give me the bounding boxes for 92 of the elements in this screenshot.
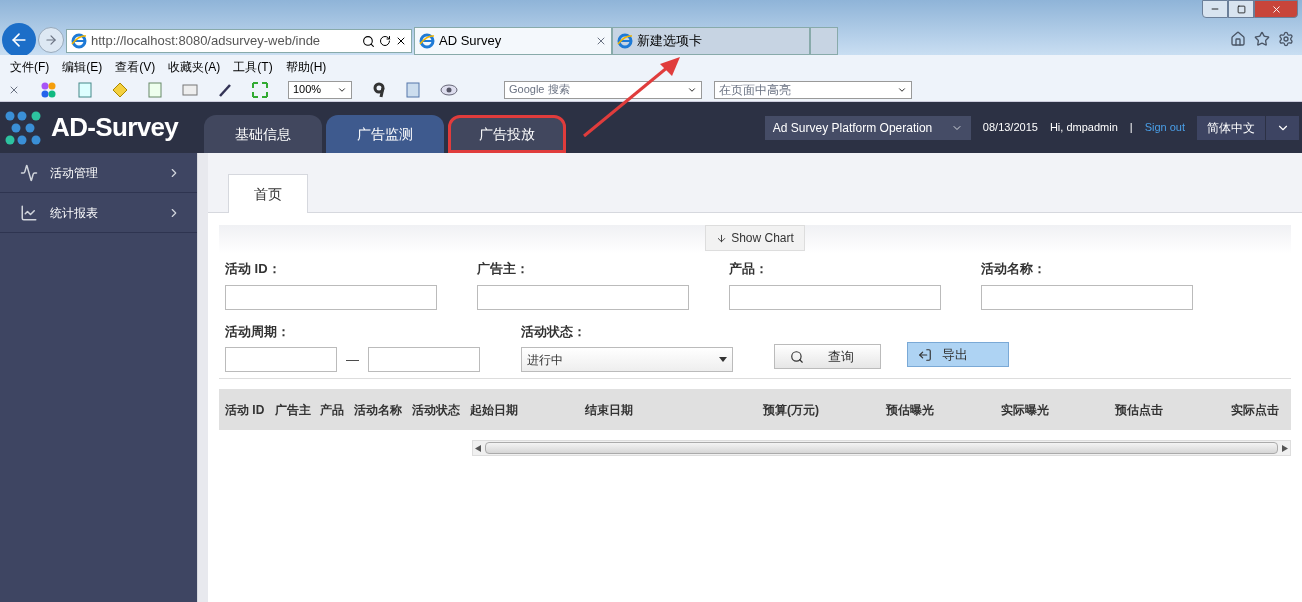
column-header: 预估曝光 [886, 401, 935, 419]
column-header: 活动名称 [354, 401, 403, 419]
new-tab-button[interactable] [810, 27, 838, 55]
export-icon [918, 347, 932, 362]
show-chart-button[interactable]: Show Chart [705, 225, 805, 251]
menu-item[interactable]: 查看(V) [115, 57, 156, 76]
date-text: 08/13/2015 [982, 120, 1038, 136]
platform-select[interactable]: Ad Survey Platform Operation [764, 115, 971, 140]
favorites-icon[interactable] [1254, 31, 1270, 47]
field-label: 广告主： [477, 260, 530, 278]
nav-tab[interactable]: 广告监测 [326, 115, 444, 153]
sign-out-link[interactable]: Sign out [1144, 119, 1185, 136]
tab-title: 新建选项卡 [637, 32, 702, 51]
home-icon[interactable] [1230, 31, 1246, 47]
end-date-field[interactable] [368, 347, 480, 372]
field-label: 活动状态： [521, 322, 587, 341]
logo-icon [5, 110, 43, 145]
menu-item[interactable]: 编辑(E) [62, 57, 103, 76]
range-dash: — [346, 350, 359, 369]
browser-logo-icon [617, 33, 633, 49]
browser-tab[interactable]: AD Survey [414, 27, 612, 55]
language-dropdown-button[interactable] [1265, 115, 1299, 140]
forward-button[interactable] [38, 27, 64, 53]
search-field[interactable]: Google 搜索 [504, 80, 702, 99]
highlight-field[interactable]: 在页面中高亮 [714, 80, 912, 99]
close-window-button[interactable] [1254, 0, 1298, 18]
browser-logo-icon [419, 33, 435, 49]
column-header: 活动 ID [225, 401, 266, 419]
nav-tab[interactable]: 基础信息 [204, 115, 322, 153]
browser-tab[interactable]: 新建选项卡 [612, 27, 810, 55]
column-header: 实际点击 [1231, 401, 1280, 419]
field-label: 活动 ID： [225, 260, 282, 278]
settings-icon[interactable] [1278, 31, 1294, 47]
compat-icon[interactable] [112, 81, 128, 98]
search-button[interactable]: 查询 [774, 344, 881, 369]
arrow-down-icon [716, 232, 728, 244]
page-icon[interactable] [78, 81, 92, 98]
input-field[interactable] [477, 284, 689, 310]
close-tab-icon[interactable] [595, 35, 607, 47]
tab-title: AD Survey [439, 32, 502, 51]
address-bar[interactable]: http://localhost:8080/adsurvey-web/inde [66, 29, 412, 53]
menu-item[interactable]: 帮助(H) [285, 57, 327, 76]
menu-item[interactable]: 工具(T) [233, 57, 273, 76]
restore-button[interactable] [1228, 0, 1254, 18]
dropdown-caret-icon [719, 357, 727, 362]
field-label: 产品： [729, 260, 769, 278]
arrow-right-icon [44, 33, 58, 47]
column-header: 预估点击 [1115, 401, 1164, 419]
language-select[interactable]: 简体中文 [1197, 115, 1265, 140]
column-header: 实际曝光 [1001, 401, 1050, 419]
menu-item[interactable]: 文件(F) [10, 57, 50, 76]
scrollbar-thumb[interactable] [485, 442, 1278, 454]
back-button[interactable] [2, 23, 36, 57]
search-icon [790, 349, 804, 364]
menu-item[interactable]: 收藏夹(A) [168, 57, 221, 76]
input-field[interactable] [225, 284, 437, 310]
column-header: 活动状态 [412, 401, 461, 419]
input-field[interactable] [981, 284, 1193, 310]
column-header: 产品 [320, 401, 345, 419]
document-icon[interactable] [148, 81, 162, 98]
search-icon[interactable] [362, 34, 375, 48]
browser-logo-icon [71, 33, 87, 49]
field-label: 活动名称： [981, 260, 1047, 278]
column-header: 起始日期 [470, 401, 519, 419]
scroll-left-icon[interactable] [475, 444, 481, 452]
column-header: 结束日期 [585, 401, 634, 419]
nav-tab[interactable]: 广告投放 [448, 115, 566, 153]
column-header: 预算(万元) [763, 401, 820, 419]
zoom-select[interactable]: 100% [288, 80, 352, 99]
column-header: 广告主 [275, 401, 312, 419]
minimize-button[interactable] [1202, 0, 1228, 18]
line-chart-icon [20, 203, 38, 222]
restore-icon [1236, 4, 1246, 14]
input-field[interactable] [729, 284, 941, 310]
eye-icon[interactable] [440, 83, 458, 96]
apps-icon[interactable] [40, 81, 58, 98]
logo-text: AD-Survey [51, 111, 179, 144]
address-text: http://localhost:8080/adsurvey-web/inde [91, 32, 321, 51]
horizontal-scrollbar[interactable] [472, 440, 1291, 456]
start-date-field[interactable] [225, 347, 337, 372]
stop-icon[interactable] [395, 35, 407, 47]
field-label: 活动周期： [225, 322, 291, 341]
refresh-icon[interactable] [379, 35, 391, 47]
greeting-text: Hi, dmpadmin [1049, 120, 1118, 136]
separator-text: | [1129, 120, 1133, 136]
status-select[interactable]: 进行中 [521, 347, 733, 372]
nine-icon[interactable] [372, 81, 386, 98]
close-icon [1270, 3, 1282, 15]
export-button[interactable]: 导出 [907, 342, 1009, 367]
fullscreen-icon[interactable] [252, 81, 268, 98]
scroll-right-icon[interactable] [1282, 444, 1288, 452]
page-tab[interactable]: 首页 [228, 174, 308, 213]
